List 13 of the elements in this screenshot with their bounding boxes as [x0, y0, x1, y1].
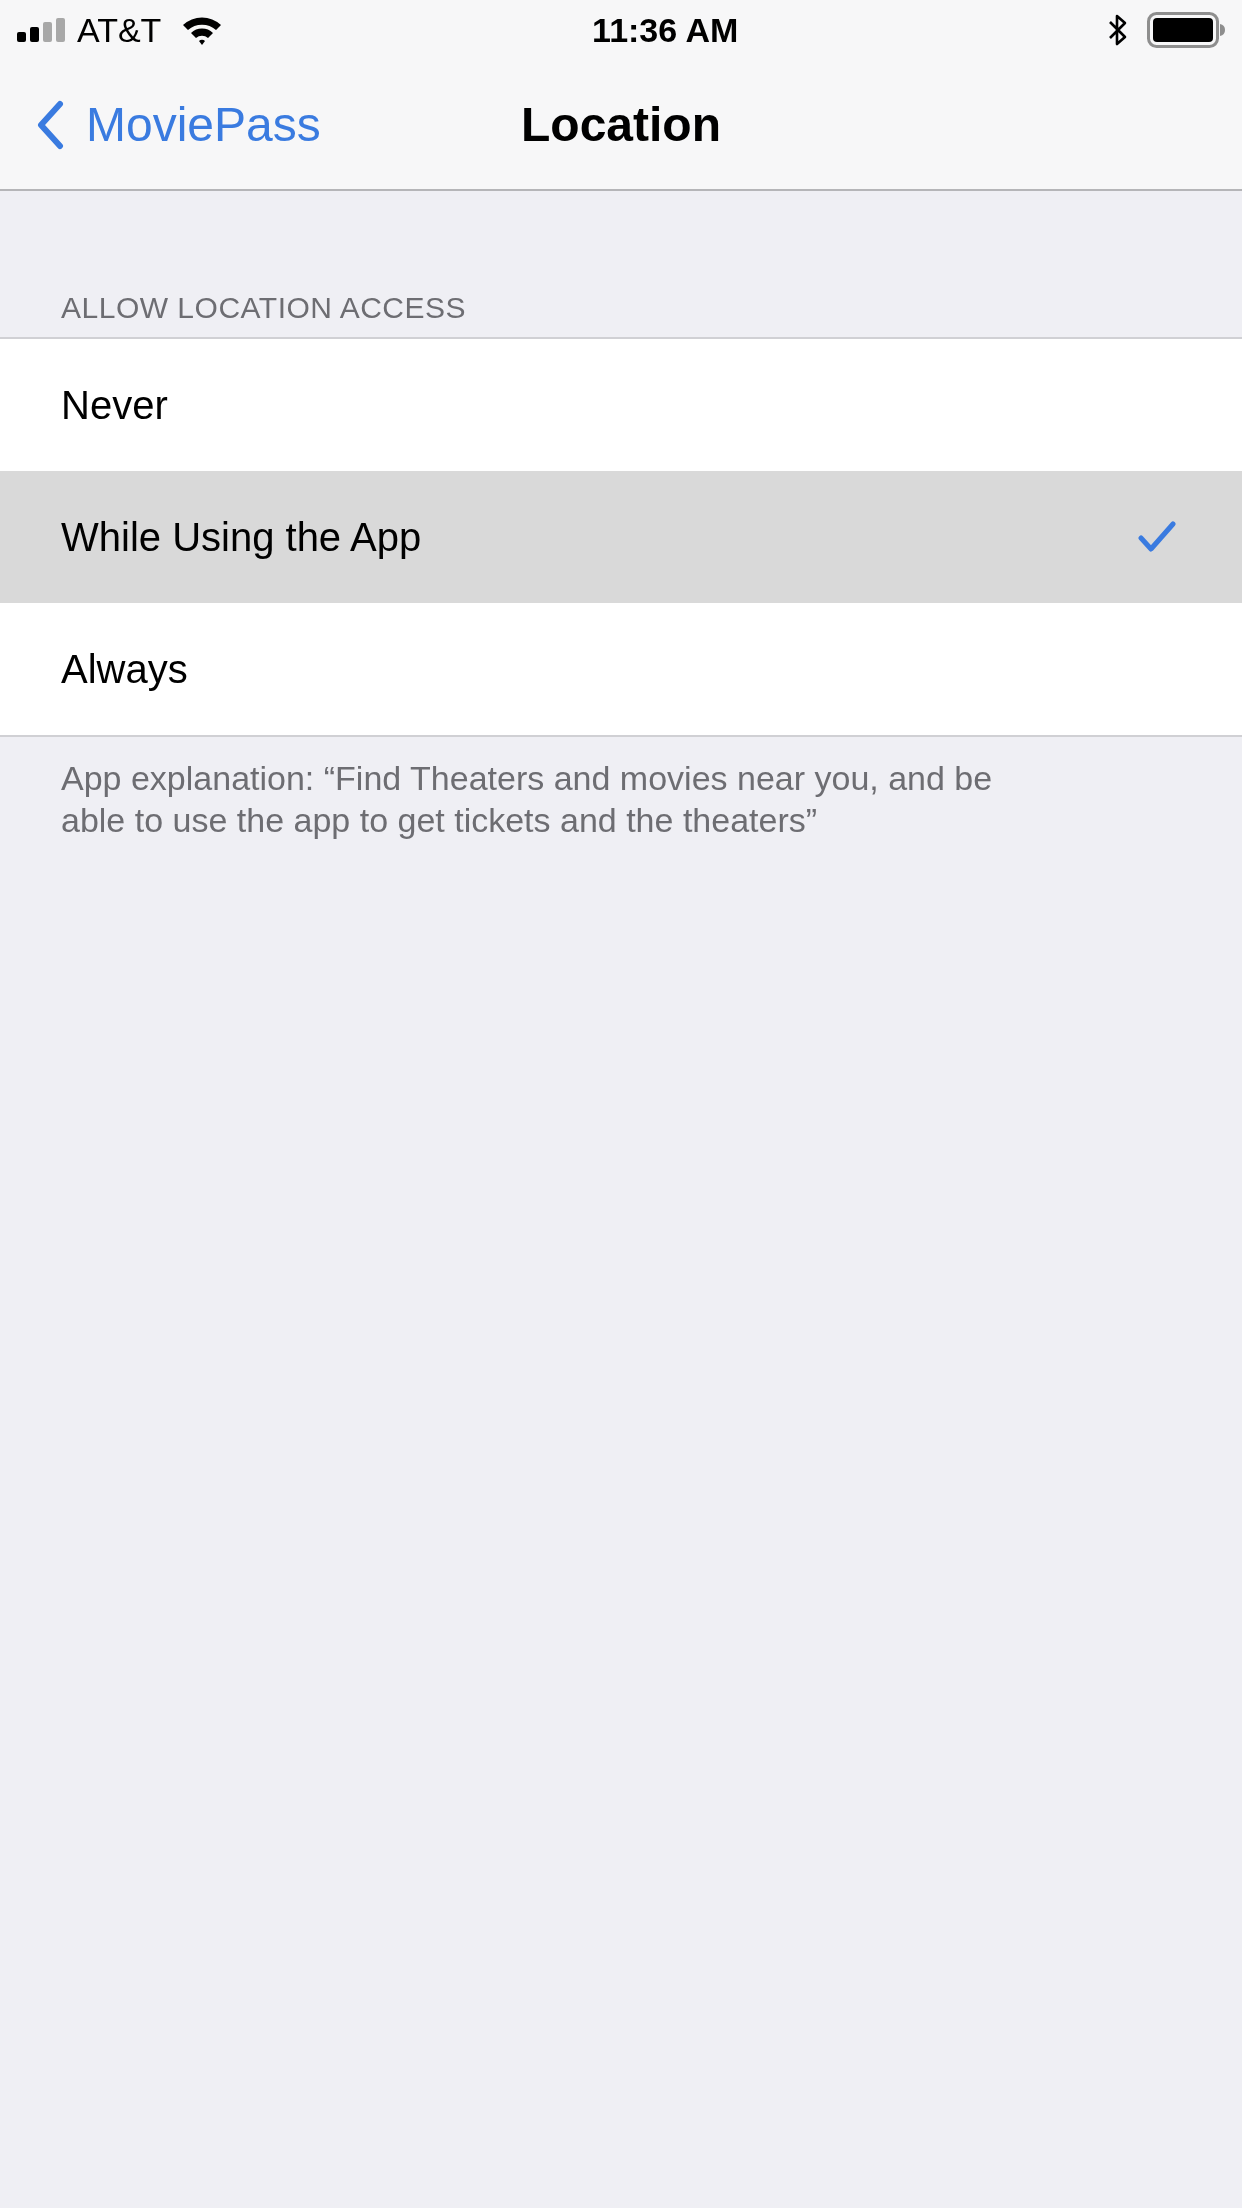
status-time: 11:36 AM — [592, 13, 739, 47]
wifi-icon — [181, 15, 224, 45]
carrier-name: AT&T — [77, 13, 162, 47]
option-row[interactable]: While Using the App — [0, 471, 1242, 603]
battery-icon — [1147, 12, 1225, 48]
signal-icon — [17, 18, 67, 42]
footer-explanation: App explanation: “Find Theaters and movies near you, and be able to use the app to get tickets and the theaters” — [60, 758, 994, 841]
page-title: Location — [521, 100, 721, 149]
section-header: ALLOW LOCATION ACCESS — [61, 293, 467, 323]
bluetooth-icon — [1107, 13, 1129, 47]
back-button[interactable]: MoviePass — [36, 99, 321, 150]
chevron-left-icon — [36, 99, 64, 150]
checkmark-icon — [1138, 521, 1176, 553]
